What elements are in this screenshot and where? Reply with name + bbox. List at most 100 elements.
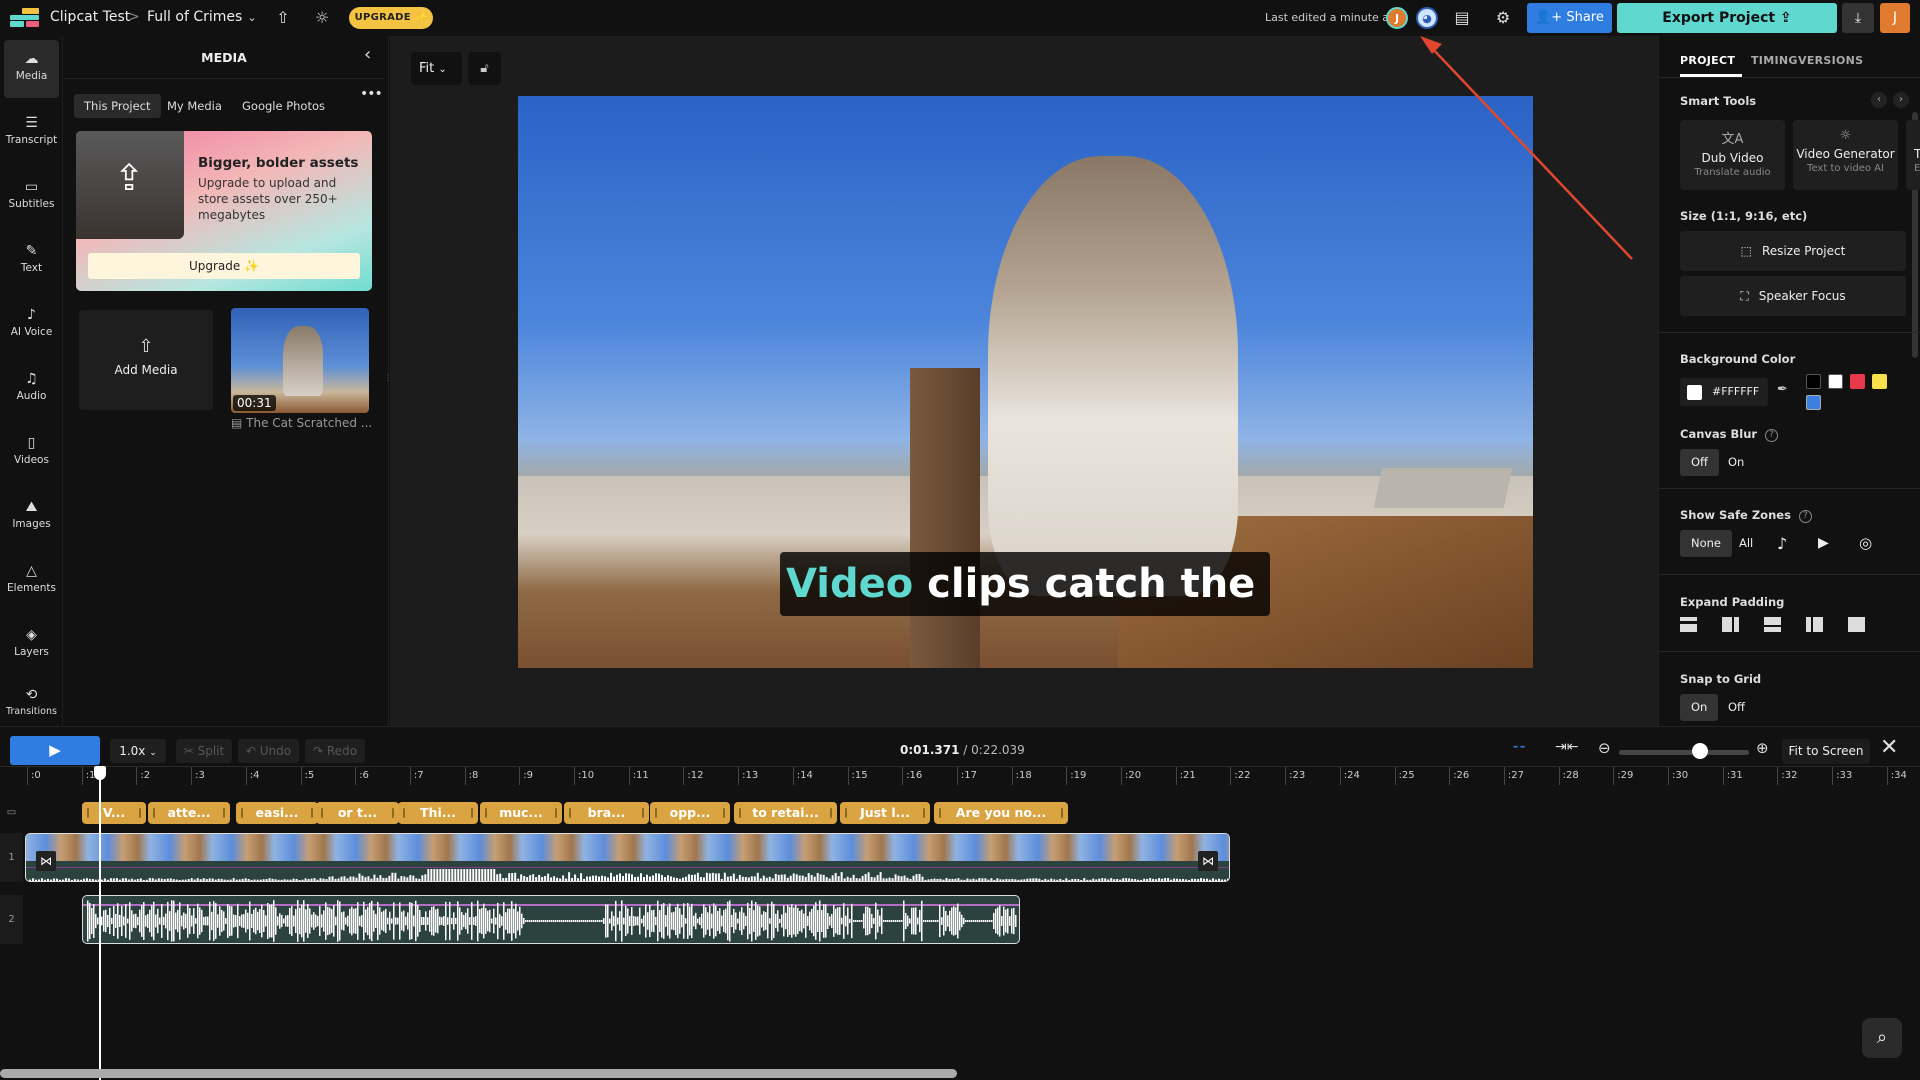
snap-grid-off[interactable]: Off [1717,694,1756,721]
more-options-icon[interactable]: ••• [360,86,383,102]
upgrade-button[interactable]: UPGRADE ✨ [349,7,433,29]
upload-icon[interactable]: ⇧ [272,7,294,29]
split-button[interactable]: ✂ Split [176,739,232,763]
nav-media[interactable]: ☁ Media [4,40,59,98]
nav-audio[interactable]: ♫ Audio [4,360,59,418]
snap-grid-on[interactable]: On [1680,694,1719,721]
collaborator-avatar[interactable]: J [1386,7,1408,29]
swatch-red[interactable] [1850,374,1865,389]
panel-resize-handle[interactable]: ⋮ [384,374,392,390]
canvas-blur-off[interactable]: Off [1680,449,1719,476]
media-thumbnail[interactable]: 00:31 [231,308,369,413]
tool-partial[interactable]: TE [1906,120,1920,190]
nav-ai-voice[interactable]: ♪ AI Voice [4,296,59,354]
close-icon[interactable]: ✕ [1880,735,1898,760]
subtitle-chip[interactable]: muc... [480,802,562,824]
transition-icon[interactable]: ⋈ [36,851,56,871]
search-button[interactable]: ⌕ [1862,1018,1902,1058]
safe-zone-none[interactable]: None [1680,530,1733,557]
zoom-slider-knob[interactable] [1691,743,1708,759]
help-icon[interactable]: ? [1765,429,1779,442]
user-menu-button[interactable]: J [1880,3,1910,33]
lock-aspect-button[interactable]: 🔓︎ [468,52,501,85]
tab-my-media[interactable]: My Media [157,94,232,118]
subtitle-chip[interactable]: to retai... [734,802,837,824]
timeline-horizontal-scrollbar[interactable] [0,1069,957,1078]
help-icon[interactable]: ? [1798,510,1812,523]
next-arrow-icon[interactable]: › [1893,92,1909,108]
tiktok-icon[interactable]: ♪ [1766,530,1798,557]
playhead-handle[interactable] [94,766,106,780]
subtitle-chip[interactable]: Thi... [398,802,478,824]
tool-video-generator[interactable]: ☼ Video Generator Text to video AI [1793,120,1898,190]
padding-left-icon[interactable] [1806,617,1823,632]
subtitle-caption[interactable]: Video clips catch the [780,552,1270,616]
subtitle-chip[interactable]: V... [82,802,146,824]
nav-images[interactable]: ⛰ Images [4,488,59,546]
nav-subtitles[interactable]: ▭ Subtitles [4,168,59,226]
tab-timing[interactable]: TIMING [1751,54,1798,67]
resize-project-button[interactable]: ⬚ Resize Project [1680,231,1906,271]
tab-versions[interactable]: VERSIONS [1798,54,1863,67]
snap-magnet-icon[interactable]: ⁃⁃ [1512,740,1526,756]
bot-avatar[interactable]: ◕ [1416,7,1438,29]
prev-arrow-icon[interactable]: ‹ [1871,92,1887,108]
redo-button[interactable]: ↷ Redo [305,739,365,763]
chevron-down-icon[interactable]: ⌄ [241,7,263,29]
share-button[interactable]: 👤+ Share [1527,3,1612,33]
export-project-button[interactable]: Export Project ⇪ [1617,3,1837,33]
padding-top-icon[interactable] [1680,617,1697,632]
breadcrumb-workspace[interactable]: Clipcat Test [50,9,130,25]
nav-transitions[interactable]: ⟲ Transitions [4,680,59,726]
subtitle-chip[interactable]: opp... [650,802,730,824]
fit-dropdown[interactable]: Fit ⌄ [411,52,462,85]
comment-icon[interactable]: ▤ [1451,7,1473,29]
zoom-in-icon[interactable]: ⊕ [1756,739,1769,757]
youtube-icon[interactable]: ▶ [1807,530,1840,557]
swatch-black[interactable] [1806,374,1821,389]
fit-timeline-icon[interactable]: ⇥⇤ [1555,739,1578,755]
nav-text[interactable]: ✎ Text [4,232,59,290]
background-color-input[interactable]: #FFFFFF [1680,378,1768,406]
tool-dub-video[interactable]: 文A Dub Video Translate audio [1680,120,1785,190]
safe-zone-all[interactable]: All [1728,530,1764,557]
subtitle-chip[interactable]: or t... [316,802,399,824]
nav-elements[interactable]: △ Elements [4,552,59,610]
undo-button[interactable]: ↶ Undo [238,739,299,763]
play-button[interactable]: ▶ [10,736,100,765]
promo-upgrade-button[interactable]: Upgrade ✨ [88,253,360,279]
subtitle-chip[interactable]: bra... [564,802,649,824]
tab-this-project[interactable]: This Project [74,94,161,118]
padding-bottom-icon[interactable] [1764,617,1781,632]
canvas-blur-on[interactable]: On [1717,449,1755,476]
video-canvas[interactable]: Video clips catch the [518,96,1533,668]
swatch-yellow[interactable] [1872,374,1887,389]
zoom-out-icon[interactable]: ⊖ [1598,739,1611,757]
nav-transcript[interactable]: ☰ Transcript [4,104,59,162]
logo-icon[interactable] [10,8,41,28]
eyedropper-icon[interactable]: ✒ [1777,382,1788,397]
playback-speed-dropdown[interactable]: 1.0x ⌄ [110,739,166,763]
padding-none-icon[interactable] [1848,617,1865,632]
fit-to-screen-button[interactable]: Fit to Screen [1782,739,1870,764]
subtitle-chip[interactable]: easi... [236,802,318,824]
nav-videos[interactable]: ▯ Videos [4,424,59,482]
subtitle-chip[interactable]: atte... [148,802,230,824]
add-media-button[interactable]: ⇧ Add Media [79,310,213,410]
speaker-focus-button[interactable]: ⛶ Speaker Focus [1680,276,1906,316]
subtitle-chip[interactable]: Are you no... [934,802,1068,824]
tab-google-photos[interactable]: Google Photos [232,94,335,118]
swatch-white[interactable] [1828,374,1843,389]
tab-project[interactable]: PROJECT [1680,54,1735,67]
audio-clip[interactable] [82,895,1020,944]
subtitle-chip[interactable]: Just l... [840,802,930,824]
timeline-ruler[interactable]: :0:1:2:3:4:5:6:7:8:9:10:11:12:13:14:15:1… [0,766,1920,788]
instagram-icon[interactable]: ◎ [1848,530,1883,557]
transition-icon[interactable]: ⋈ [1198,851,1218,871]
video-clip[interactable]: ⋈ ⋈ [25,833,1230,882]
lightbulb-icon[interactable]: ☼ [311,7,333,29]
playhead[interactable] [99,770,101,1080]
padding-right-icon[interactable] [1722,617,1739,632]
nav-layers[interactable]: ◈ Layers [4,616,59,674]
gear-icon[interactable]: ⚙ [1492,7,1514,29]
